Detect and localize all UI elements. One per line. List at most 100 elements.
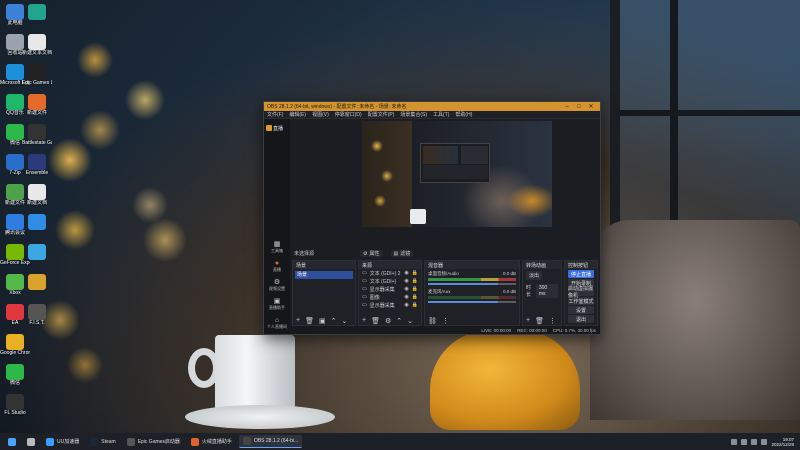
source-settings-icon[interactable]: ⚙ [385, 317, 391, 325]
obs-preview[interactable] [362, 121, 552, 227]
source-item[interactable]: ▭ 显示器采集 ◉ 🔒 [359, 301, 421, 309]
steam-icon [90, 437, 99, 446]
visibility-icon[interactable]: ◉ [404, 294, 408, 300]
control-button[interactable]: 启动虚拟摄像机 [568, 286, 594, 299]
desktop-icon[interactable] [22, 274, 52, 303]
taskbar-app[interactable]: OBS 28.1.2 (64-bi... [238, 435, 303, 448]
menu-item[interactable]: 编辑(E) [289, 111, 306, 118]
desktop-icon-label: Ensemble [25, 170, 49, 176]
desktop-icon[interactable]: Epic Games Launcher [22, 64, 52, 93]
taskbar-app[interactable] [4, 435, 20, 448]
menu-item[interactable]: 帮助(H) [455, 111, 472, 118]
desktop-icon[interactable]: 微信 [0, 364, 30, 393]
text-file-icon [28, 34, 46, 50]
source-item[interactable]: ▭ 文本 (GDI+) 2 ◉ 🔒 [359, 269, 421, 277]
close-icon[interactable]: ✕ [585, 103, 597, 110]
link-icon[interactable]: ⛓ [428, 317, 437, 325]
ime-icon[interactable] [761, 438, 768, 445]
taskbar-app[interactable]: 火绒直播助手 [187, 435, 236, 448]
menu-item[interactable]: 停靠窗口(D) [335, 111, 362, 118]
transition-type-select[interactable]: 淡出 [526, 271, 543, 280]
lock-icon[interactable]: 🔒 [412, 294, 418, 300]
menu-item[interactable]: 文件(F) [267, 111, 283, 118]
more-icon[interactable]: ⋮ [549, 317, 556, 325]
duration-input[interactable]: 300 ms [535, 284, 558, 298]
obs-titlebar[interactable]: OBS 28.1.2 (64-bit, windows) - 配置文件: 未命名… [264, 102, 600, 111]
menu-item[interactable]: 配置文件(P) [368, 111, 395, 118]
desktop-icon[interactable]: 新建文本文档 [22, 34, 52, 63]
desktop-icon-label: 微信 [9, 380, 20, 386]
menu-item[interactable]: 场景集合(S) [400, 111, 427, 118]
taskbar-app[interactable]: Epic Games启动器 [123, 435, 184, 448]
desktop-icon[interactable] [22, 244, 52, 273]
filters-button[interactable]: ▤ 滤镜 [390, 250, 414, 257]
add-source-icon[interactable]: + [362, 317, 366, 324]
visibility-icon[interactable]: ◉ [404, 270, 408, 276]
desktop-icon[interactable]: 新建文档 [22, 184, 52, 213]
obs-window[interactable]: OBS 28.1.2 (64-bit, windows) - 配置文件: 未命名… [263, 101, 601, 335]
remove-transition-icon[interactable]: 🗑 [535, 317, 544, 325]
move-up-icon[interactable]: ⌃ [331, 317, 337, 325]
more-icon[interactable]: ⋮ [442, 317, 449, 325]
remove-source-icon[interactable]: 🗑 [371, 317, 380, 325]
tray-chevron-icon[interactable] [731, 438, 738, 445]
menu-item[interactable]: 工具(T) [433, 111, 449, 118]
nav-item[interactable]: ▦ 工具箱 [271, 241, 283, 254]
move-up-icon[interactable]: ⌃ [396, 317, 402, 325]
desktop-icon[interactable] [22, 214, 52, 243]
add-scene-icon[interactable]: + [296, 317, 300, 324]
nav-item[interactable]: ⚙ 视频设置 [269, 279, 285, 292]
remove-scene-icon[interactable]: 🗑 [305, 317, 314, 325]
taskbar-app[interactable]: Steam [86, 435, 119, 448]
visibility-icon[interactable]: ◉ [404, 302, 408, 308]
control-button[interactable]: 设置 [568, 306, 594, 314]
source-item[interactable]: ▭ 显示器采集 ◉ 🔒 [359, 285, 421, 293]
control-button[interactable]: 退出 [568, 315, 594, 323]
taskbar-app[interactable] [23, 435, 39, 448]
desktop-icon[interactable]: Google Chrome [0, 334, 30, 363]
desktop-icon[interactable]: 新建文件 [22, 94, 52, 123]
lock-icon[interactable]: 🔒 [412, 286, 418, 292]
mixer-track-header: 桌面音频/Audio 0.0 dB [428, 271, 516, 277]
track-db: 0.0 dB [502, 271, 516, 276]
network-icon[interactable] [741, 438, 748, 445]
add-transition-icon[interactable]: + [526, 317, 530, 324]
nav-item[interactable]: ⌂ 个人直播间 [267, 317, 287, 330]
transition-type-row: 淡出 [523, 269, 561, 282]
nav-item[interactable]: ● 直播 [273, 260, 281, 273]
desktop-icon[interactable]: Ensemble [22, 154, 52, 183]
properties-button[interactable]: ⚙ 属性 [360, 250, 383, 257]
scene-item[interactable]: 场景 [295, 271, 353, 279]
visibility-icon[interactable]: ◉ [404, 286, 408, 292]
control-button[interactable]: 工作室模式 [568, 297, 594, 305]
taskbar-clock[interactable]: 19:07 2022/12/29 [771, 437, 794, 447]
desktop-icon[interactable]: FL Studio [0, 394, 30, 423]
desktop-icon[interactable]: Battlestate Games [22, 124, 52, 153]
volume-icon[interactable] [751, 438, 758, 445]
nav-item[interactable]: ▣ 直播助手 [269, 298, 285, 311]
source-item[interactable]: ▭ 图像 ◉ 🔒 [359, 293, 421, 301]
maximize-icon[interactable]: □ [573, 104, 585, 110]
lock-icon[interactable]: 🔒 [412, 302, 418, 308]
move-down-icon[interactable]: ⌄ [341, 317, 347, 325]
menu-item[interactable]: 视图(V) [312, 111, 329, 118]
lock-icon[interactable]: 🔒 [412, 270, 418, 276]
visibility-icon[interactable]: ◉ [404, 278, 408, 284]
level-meter [428, 278, 516, 281]
taskbar-app[interactable]: UU加速器 [42, 435, 83, 448]
nav-item-label: 直播 [273, 267, 281, 272]
desktop-icon[interactable]: F.I.S.T. [22, 304, 52, 333]
volume-slider[interactable] [428, 301, 516, 303]
desktop-icon[interactable] [22, 4, 52, 33]
lock-icon[interactable]: 🔒 [412, 278, 418, 284]
scene-filters-icon[interactable]: ▣ [319, 317, 326, 325]
move-down-icon[interactable]: ⌄ [407, 317, 413, 325]
app-icon [28, 244, 46, 260]
minimize-icon[interactable]: – [561, 104, 573, 110]
volume-slider[interactable] [428, 283, 516, 285]
wallpaper-blanket [590, 220, 800, 420]
control-button[interactable]: 停止直播 [568, 270, 594, 278]
source-name: 显示器采集 [369, 302, 395, 309]
sources-list: ▭ 文本 (GDI+) 2 ◉ 🔒 ▭ 文本 (GDI+) ◉ 🔒 ▭ 显示器采集 ◉ 🔒 ▭ 图像 ◉ 🔒 ▭… [359, 269, 421, 309]
source-item[interactable]: ▭ 文本 (GDI+) ◉ 🔒 [359, 277, 421, 285]
